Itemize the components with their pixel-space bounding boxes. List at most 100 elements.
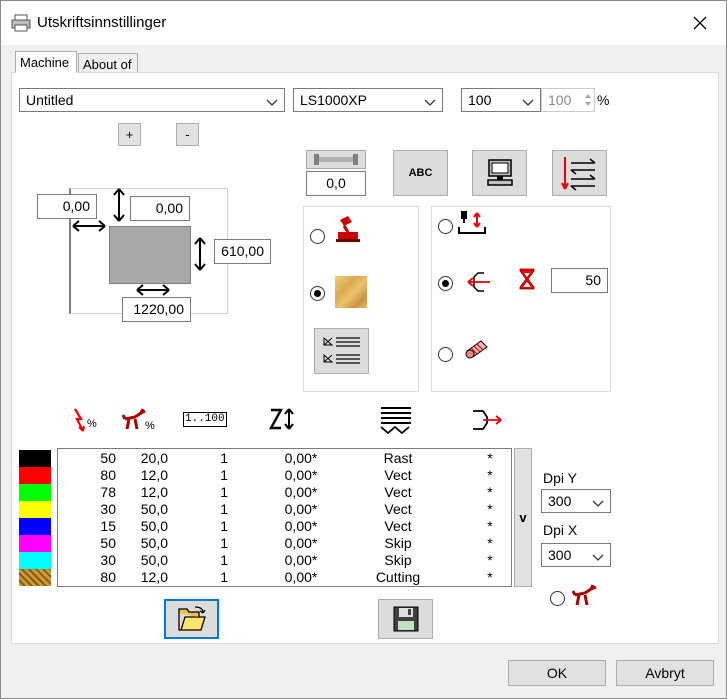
pulse-time-field[interactable]: 50	[551, 268, 608, 293]
sort-button[interactable]: v	[514, 448, 532, 587]
cell-mode: Skip	[384, 535, 412, 551]
scale-combo[interactable]: 100	[461, 88, 541, 112]
cell-air: *	[487, 467, 493, 483]
dpi-x-value: 300	[548, 547, 572, 563]
direction-arrows-icon	[560, 157, 595, 191]
dpi-x-combo[interactable]: 300	[541, 543, 611, 567]
width-arrow-icon	[136, 284, 170, 296]
computer-button[interactable]	[472, 150, 527, 196]
cell-air: *	[487, 450, 493, 466]
cell-z: 0,00*	[284, 484, 318, 500]
table-row[interactable]: 15 50,0 1 0,00* Vect *	[58, 518, 511, 535]
cancel-button[interactable]: Avbryt	[616, 660, 714, 686]
color-swatch-green[interactable]	[19, 484, 51, 501]
dpi-y-value: 300	[548, 493, 572, 509]
mode-icon	[380, 407, 411, 435]
height-arrow-icon	[194, 237, 206, 271]
spinner-arrows-icon	[585, 94, 591, 106]
tab-about[interactable]: About of	[78, 53, 138, 73]
cell-passes: 1	[220, 450, 228, 466]
table-row[interactable]: 78 12,0 1 0,00* Vect *	[58, 484, 511, 501]
stamp-mode-radio[interactable]	[310, 229, 325, 244]
color-swatch-cyan[interactable]	[19, 552, 51, 569]
zoom-in-button[interactable]: +	[118, 123, 141, 146]
slider-button[interactable]	[306, 150, 366, 169]
dither-pattern-button[interactable]	[314, 328, 369, 374]
table-row[interactable]: 50 50,0 1 0,00* Skip *	[58, 535, 511, 552]
zoom-out-button[interactable]: -	[176, 123, 199, 146]
cell-z: 0,00*	[284, 467, 318, 483]
cell-air: *	[487, 518, 493, 534]
dither-pattern-icon	[323, 336, 360, 364]
cell-air: *	[487, 535, 493, 551]
cell-speed: 50,0	[140, 535, 168, 551]
text-mode-button[interactable]: ABC	[393, 150, 448, 196]
cell-passes: 1	[220, 467, 228, 483]
cell-mode: Vect	[384, 467, 412, 483]
print-settings-window: Utskriftsinnstillinger Machine About of …	[0, 0, 727, 699]
chevron-down-icon	[592, 549, 604, 565]
cell-passes: 1	[220, 501, 228, 517]
z-focus-radio[interactable]	[438, 219, 453, 234]
wood-material-radio[interactable]	[310, 286, 325, 301]
air-assist-icon	[473, 410, 502, 430]
machine-combo-value: LS1000XP	[300, 92, 367, 108]
cell-air: *	[487, 484, 493, 500]
table-row[interactable]: 80 12,0 1 0,00* Vect *	[58, 467, 511, 484]
printer-icon	[11, 14, 31, 32]
cell-speed: 50,0	[140, 501, 168, 517]
svg-text:%: %	[145, 420, 155, 432]
machine-combo[interactable]: LS1000XP	[293, 88, 443, 112]
color-swatch-magenta[interactable]	[19, 535, 51, 552]
dpi-y-label: Dpi Y	[543, 470, 577, 486]
document-combo[interactable]: Untitled	[19, 88, 285, 112]
cell-speed: 12,0	[140, 569, 168, 585]
color-swatch-blue[interactable]	[19, 518, 51, 535]
cell-speed: 12,0	[140, 484, 168, 500]
vertical-offset-arrow-icon	[113, 188, 125, 222]
tab-machine[interactable]: Machine	[15, 51, 77, 73]
cell-mode: Vect	[384, 484, 412, 500]
table-row[interactable]: 80 12,0 1 0,00* Cutting *	[58, 569, 511, 586]
cell-z: 0,00*	[284, 501, 318, 517]
slider-value-field[interactable]: 0,0	[306, 171, 366, 196]
svg-text:%: %	[87, 418, 97, 430]
rotary-mode-radio[interactable]	[438, 347, 453, 362]
scale-spinner[interactable]: 100	[541, 88, 595, 112]
direction-button[interactable]	[552, 150, 607, 196]
scale-combo-value: 100	[468, 92, 492, 108]
table-row[interactable]: 30 50,0 1 0,00* Vect *	[58, 501, 511, 518]
title-bar: Utskriftsinnstillinger	[1, 1, 726, 45]
save-file-button[interactable]	[378, 599, 433, 639]
left-offset-field[interactable]: 0,00	[37, 194, 97, 219]
document-combo-value: Untitled	[26, 92, 74, 108]
table-row[interactable]: 30 50,0 1 0,00* Skip *	[58, 552, 511, 569]
height-field[interactable]: 610,00	[214, 239, 271, 264]
z-offset-icon	[269, 408, 294, 430]
open-file-button[interactable]	[164, 599, 219, 639]
color-swatch-red[interactable]	[19, 467, 51, 484]
close-button[interactable]	[677, 3, 723, 43]
air-pulse-icon	[467, 272, 490, 292]
open-folder-icon	[177, 606, 206, 631]
chevron-down-icon	[424, 94, 436, 110]
cell-passes: 1	[220, 535, 228, 551]
speed-icon: %	[121, 408, 155, 432]
color-swatch-yellow[interactable]	[19, 501, 51, 518]
dpi-y-combo[interactable]: 300	[541, 489, 611, 513]
cell-mode: Vect	[384, 518, 412, 534]
cell-speed: 50,0	[140, 518, 168, 534]
cell-speed: 20,0	[140, 450, 168, 466]
layer-settings-table[interactable]: 50 20,0 1 0,00* Rast * 80 12,0 1 0,00* Vect * 78 12,0…	[57, 448, 512, 587]
top-offset-field[interactable]: 0,00	[130, 196, 190, 221]
computer-icon	[486, 159, 513, 186]
chevron-down-icon	[592, 495, 604, 511]
speed-mode-radio[interactable]	[550, 591, 565, 606]
table-row[interactable]: 50 20,0 1 0,00* Rast *	[58, 450, 511, 467]
color-swatch-black[interactable]	[19, 450, 51, 467]
width-field[interactable]: 1220,00	[122, 297, 191, 322]
color-swatch-wood[interactable]	[19, 569, 51, 586]
ok-button[interactable]: OK	[508, 660, 606, 686]
rotary-cylinder-icon	[465, 340, 488, 359]
pulse-mode-radio[interactable]	[438, 276, 453, 291]
